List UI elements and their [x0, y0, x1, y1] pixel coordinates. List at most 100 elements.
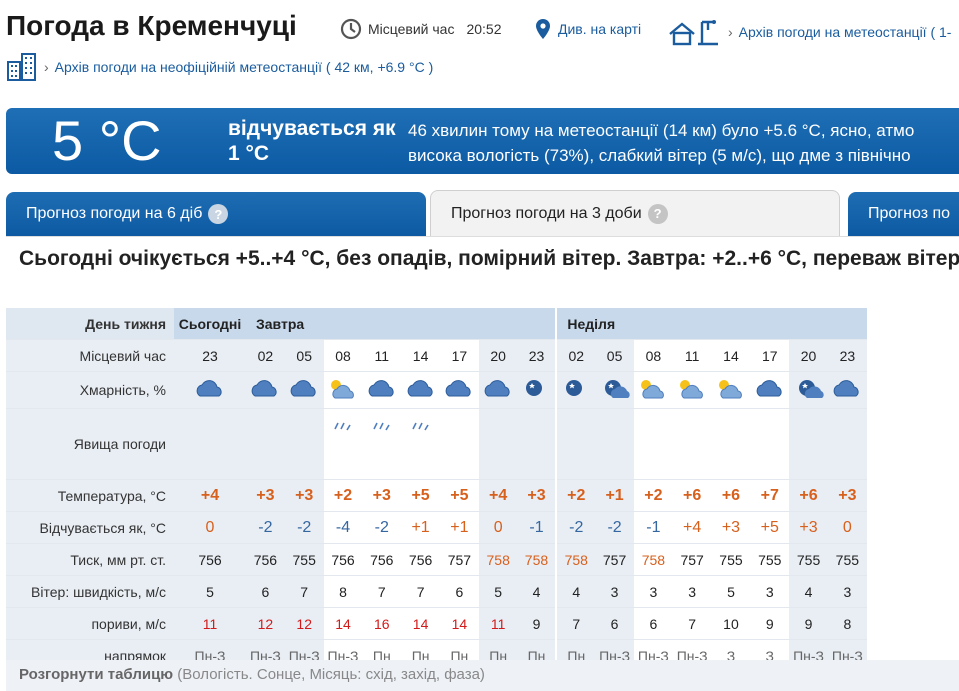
feels-cell: -2: [362, 511, 402, 544]
gusts-cell: 9: [517, 607, 557, 640]
gusts-cell: 14: [323, 607, 363, 640]
row-label: Відчувається як, °C: [6, 511, 174, 544]
pressure-cell: 755: [827, 543, 867, 576]
gusts-cell: 9: [750, 607, 790, 640]
cloud-icon: [718, 379, 742, 398]
pressure-cell: 756: [174, 543, 246, 576]
tab-other[interactable]: Прогноз по: [848, 192, 959, 236]
chevron-right-icon: ›: [728, 24, 733, 40]
archive-unofficial-label[interactable]: Архів погоди на неофіційній метеостанції…: [55, 59, 434, 75]
help-icon[interactable]: ?: [208, 204, 229, 224]
cloud-icon: [604, 379, 630, 398]
cloud-icon: [196, 379, 222, 396]
phenom-cell: [789, 408, 828, 480]
current-description-line1: 46 хвилин тому на метеостанції (14 км) б…: [408, 121, 915, 140]
pressure-cell: 758: [517, 543, 557, 576]
feels-cell: +1: [439, 511, 479, 544]
help-icon[interactable]: ?: [647, 203, 668, 224]
temp-cell: +3: [362, 479, 402, 512]
pressure-cell: 758: [633, 543, 673, 576]
weather-icon: [595, 371, 634, 409]
feels-cell: 0: [478, 511, 518, 544]
tab-other-label: Прогноз по: [868, 205, 951, 222]
wind-cell: 5: [174, 575, 246, 608]
pressure-cell: 757: [439, 543, 479, 576]
cloud-icon: [834, 379, 859, 396]
weather-icon: [750, 371, 790, 409]
temp-cell: +1: [595, 479, 634, 512]
wind-cell: 5: [711, 575, 751, 608]
feels-cell: -2: [595, 511, 634, 544]
rain-drops-icon: [373, 422, 390, 430]
cloud-icon: [680, 379, 704, 398]
row-gusts: пориви, м/с 11 12 12 14 16 14 14 11 9 7 6 6 7 10 9 9 8: [6, 607, 867, 640]
time-cell: 14: [401, 339, 440, 372]
feels-cell: -2: [246, 511, 285, 544]
time-cell: 23: [517, 339, 557, 372]
gusts-cell: 7: [555, 607, 596, 640]
gusts-cell: 11: [174, 607, 246, 640]
page-title: Погода в Кременчуці: [6, 10, 297, 41]
time-cell: 05: [595, 339, 634, 372]
archive-unofficial-link[interactable]: › Архів погоди на неофіційній метеостанц…: [6, 52, 433, 82]
archive-link[interactable]: › Архів погоди на метеостанції ( 1-: [668, 18, 951, 46]
gusts-cell: 11: [478, 607, 518, 640]
phenom-cell: [439, 408, 479, 480]
weather-icon: [517, 371, 557, 409]
phenom-cell: [555, 408, 596, 480]
phenom-cell: [246, 408, 285, 480]
phenom-cell: [323, 408, 363, 480]
wind-cell: 8: [323, 575, 363, 608]
expand-table[interactable]: Розгорнути таблицю (Вологість. Сонце, Мі…: [6, 660, 959, 691]
wind-cell: 3: [595, 575, 634, 608]
cloud-icon: [798, 379, 824, 398]
wind-cell: 7: [401, 575, 440, 608]
phenom-cell: [284, 408, 324, 480]
wind-cell: 6: [439, 575, 479, 608]
temp-cell: +2: [633, 479, 673, 512]
row-label: Температура, °C: [6, 479, 174, 512]
weather-icon: [672, 371, 712, 409]
time-cell: 20: [478, 339, 518, 372]
gusts-cell: 10: [711, 607, 751, 640]
local-time-label: Місцевий час: [368, 21, 455, 37]
cloud-icon: [407, 379, 433, 396]
feels-cell: -4: [323, 511, 363, 544]
wind-cell: 7: [362, 575, 402, 608]
tab-6-days[interactable]: Прогноз погоди на 6 діб ?: [6, 192, 426, 236]
temp-cell: +3: [827, 479, 867, 512]
pressure-cell: 757: [672, 543, 712, 576]
temp-cell: +7: [750, 479, 790, 512]
map-link-label[interactable]: Див. на карті: [558, 21, 641, 37]
weather-icon: [246, 371, 285, 409]
row-pressure: Тиск, мм рт. ст. 756 756 755 756 756 756 757 758…: [6, 543, 867, 576]
time-cell: 08: [633, 339, 673, 372]
current-feels-like: відчувається як 1 °C: [228, 117, 396, 165]
pressure-cell: 755: [750, 543, 790, 576]
temp-cell: +3: [517, 479, 557, 512]
current-weather-bar: 5 °C відчувається як 1 °C 46 хвилин тому…: [6, 108, 959, 174]
pressure-cell: 758: [555, 543, 596, 576]
wind-cell: 3: [750, 575, 790, 608]
phenom-cell: [401, 408, 440, 480]
gusts-cell: 6: [633, 607, 673, 640]
pressure-cell: 756: [362, 543, 402, 576]
feels-cell: -1: [633, 511, 673, 544]
tab-3-days[interactable]: Прогноз погоди на 3 доби ?: [430, 190, 840, 236]
rain-drops-icon: [334, 422, 351, 430]
wind-cell: 3: [633, 575, 673, 608]
forecast-tabs: Прогноз погоди на 6 діб ? Прогноз погоди…: [0, 186, 959, 236]
gusts-cell: 14: [439, 607, 479, 640]
expand-table-link[interactable]: Розгорнути таблицю: [19, 666, 173, 683]
weather-icon: [362, 371, 402, 409]
map-link[interactable]: Див. на карті: [534, 18, 641, 40]
archive-link-label[interactable]: Архів погоди на метеостанції ( 1-: [739, 24, 952, 40]
cloud-icon: [641, 379, 665, 398]
cloud-icon: [330, 379, 354, 398]
weather-icon: [401, 371, 440, 409]
time-cell: 17: [439, 339, 479, 372]
weather-icon: [323, 371, 363, 409]
gusts-cell: 7: [672, 607, 712, 640]
temp-cell: +3: [284, 479, 324, 512]
wind-cell: 4: [555, 575, 596, 608]
